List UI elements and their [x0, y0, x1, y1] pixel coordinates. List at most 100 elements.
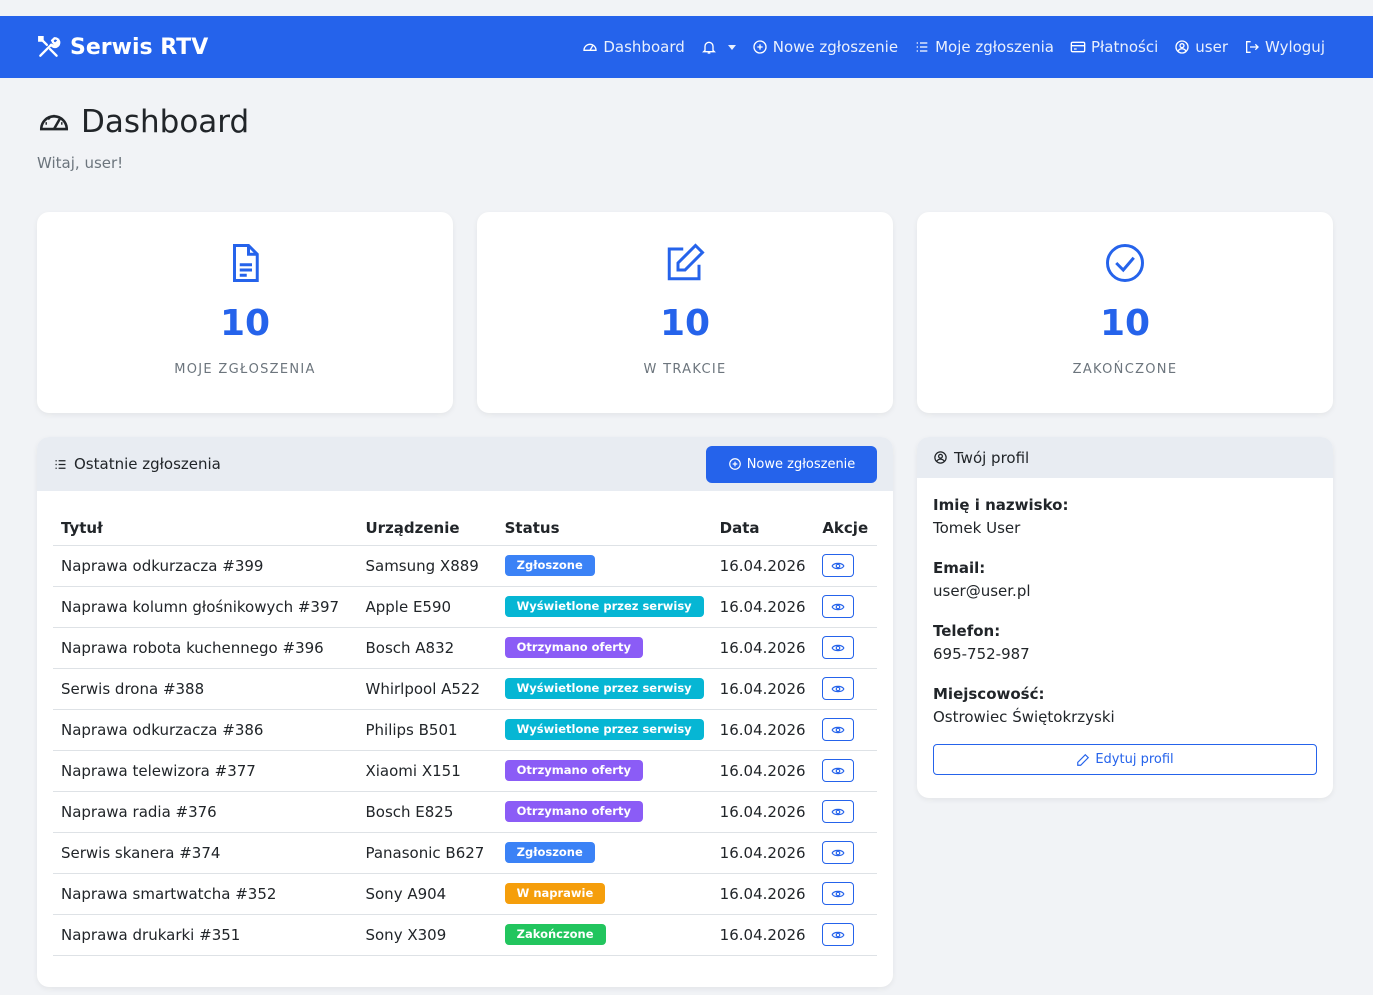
view-request-button[interactable]	[822, 841, 855, 864]
request-status-cell: Zgłoszone	[496, 545, 712, 587]
nav-payments[interactable]: Płatności	[1070, 38, 1158, 56]
nav-user-label: user	[1195, 38, 1228, 56]
profile-phone-label: Telefon:	[933, 622, 1001, 640]
eye-icon	[831, 890, 845, 897]
edit-icon	[667, 243, 705, 281]
eye-icon	[831, 931, 845, 938]
column-header-status[interactable]: Status	[496, 511, 712, 546]
request-title: Naprawa telewizora #377	[53, 750, 358, 792]
view-request-button[interactable]	[822, 882, 855, 905]
nav-new-request[interactable]: Nowe zgłoszenie	[752, 38, 898, 56]
view-request-button[interactable]	[822, 800, 855, 823]
nav-notifications-dropdown[interactable]	[701, 39, 736, 55]
table-row[interactable]: Naprawa odkurzacza #386 Philips B501 Wyświ…	[53, 709, 877, 751]
recent-requests-card: Ostatnie zgłoszenia Nowe zgłoszenie Tytu…	[37, 437, 893, 987]
column-header-date[interactable]: Data	[711, 511, 815, 546]
request-actions	[814, 545, 877, 587]
status-badge: Wyświetlone przez serwisy	[504, 718, 704, 741]
request-status-cell: Wyświetlone przez serwisy	[496, 709, 712, 751]
table-row[interactable]: Serwis skanera #374 Panasonic B627 Zgłoszo…	[53, 832, 877, 874]
table-row[interactable]: Naprawa radia #376 Bosch E825 Otrzymano of…	[53, 791, 877, 833]
table-row[interactable]: Naprawa smartwatcha #352 Sony A904 W napra…	[53, 873, 877, 915]
table-row[interactable]: Naprawa telewizora #377 Xiaomi X151 Otrzym…	[53, 750, 877, 792]
profile-body: Imię i nazwisko: Tomek User Email: user@…	[917, 478, 1333, 791]
status-badge: Wyświetlone przez serwisy	[504, 677, 704, 700]
nav-dashboard[interactable]: Dashboard	[582, 38, 685, 56]
table-row[interactable]: Naprawa robota kuchennego #396 Bosch A832…	[53, 627, 877, 669]
request-actions	[814, 832, 877, 874]
view-request-button[interactable]	[822, 677, 855, 700]
request-date: 16.04.2026	[711, 627, 815, 669]
plus-circle-icon	[728, 458, 741, 470]
profile-card: Twój profil Imię i nazwisko: Tomek User …	[917, 437, 1333, 798]
table-row[interactable]: Naprawa kolumn głośnikowych #397 Apple E5…	[53, 586, 877, 628]
column-header-title[interactable]: Tytuł	[53, 511, 358, 546]
credit-card-icon	[1070, 41, 1086, 53]
page-title-text: Dashboard	[81, 104, 250, 140]
request-date: 16.04.2026	[711, 914, 815, 956]
new-request-button[interactable]: Nowe zgłoszenie	[706, 445, 877, 483]
request-title: Naprawa odkurzacza #399	[53, 545, 358, 587]
recent-requests-title-text: Ostatnie zgłoszenia	[74, 455, 221, 473]
request-actions	[814, 668, 877, 710]
profile-email-label: Email:	[933, 559, 986, 577]
view-request-button[interactable]	[822, 554, 855, 577]
table-row[interactable]: Naprawa drukarki #351 Sony X309 Zakończone…	[53, 914, 877, 956]
request-title: Naprawa kolumn głośnikowych #397	[53, 586, 358, 628]
request-device: Sony A904	[357, 873, 497, 915]
eye-icon	[831, 562, 845, 569]
profile-name-value: Tomek User	[933, 519, 1021, 537]
table-row[interactable]: Naprawa odkurzacza #399 Samsung X889 Zgłos…	[53, 545, 877, 587]
status-badge: Zgłoszone	[504, 554, 595, 577]
request-title: Naprawa odkurzacza #386	[53, 709, 358, 751]
request-status-cell: Zgłoszone	[496, 832, 712, 874]
list-icon	[55, 459, 66, 469]
request-date: 16.04.2026	[711, 750, 815, 792]
request-date: 16.04.2026	[711, 709, 815, 751]
list-icon	[916, 42, 928, 52]
eye-icon	[831, 644, 845, 651]
request-status-cell: Zakończone	[496, 914, 712, 956]
check-circle-icon	[1106, 244, 1144, 282]
eye-icon	[831, 726, 845, 733]
bell-icon	[701, 41, 716, 54]
request-device: Whirlpool A522	[357, 668, 497, 710]
brand-link[interactable]: Serwis RTV	[36, 34, 208, 60]
status-badge: Otrzymano oferty	[504, 759, 643, 782]
request-title: Serwis skanera #374	[53, 832, 358, 874]
request-title: Naprawa radia #376	[53, 791, 358, 833]
request-date: 16.04.2026	[711, 668, 815, 710]
view-request-button[interactable]	[822, 718, 855, 741]
nav-user[interactable]: user	[1174, 38, 1228, 56]
edit-profile-button[interactable]: Edytuj profil	[933, 744, 1317, 775]
view-request-button[interactable]	[822, 636, 855, 659]
nav-logout[interactable]: Wyloguj	[1244, 38, 1325, 56]
nav-logout-label: Wyloguj	[1265, 38, 1325, 56]
stat-card-in-progress: 10 W TRAKCIE	[477, 212, 893, 413]
request-device: Bosch E825	[357, 791, 497, 833]
profile-city-value: Ostrowiec Świętokrzyski	[933, 708, 1115, 726]
nav-dashboard-label: Dashboard	[603, 38, 685, 56]
stat-card-my-requests: 10 MOJE ZGŁOSZENIA	[37, 212, 453, 413]
nav-payments-label: Płatności	[1090, 38, 1159, 56]
request-device: Samsung X889	[357, 545, 497, 587]
nav-new-request-label: Nowe zgłoszenie	[772, 38, 899, 56]
request-status-cell: W naprawie	[496, 873, 712, 915]
status-badge: Zakończone	[504, 923, 606, 946]
table-row[interactable]: Serwis drona #388 Whirlpool A522 Wyświetlo…	[53, 668, 877, 710]
profile-title-text: Twój profil	[954, 448, 1030, 467]
request-status-cell: Otrzymano oferty	[496, 791, 712, 833]
nav-my-requests[interactable]: Moje zgłoszenia	[914, 38, 1054, 56]
view-request-button[interactable]	[822, 923, 855, 946]
edit-profile-button-label: Edytuj profil	[1095, 752, 1174, 767]
request-actions	[814, 914, 877, 956]
column-header-device[interactable]: Urządzenie	[357, 511, 497, 546]
request-actions	[814, 627, 877, 669]
view-request-button[interactable]	[822, 759, 855, 782]
request-title: Naprawa drukarki #351	[53, 914, 358, 956]
eye-icon	[831, 685, 845, 692]
speedometer-icon	[39, 114, 69, 131]
top-navbar: Serwis RTV Dashboard Nowe zgłoszenie Moj…	[0, 16, 1373, 78]
stat-label: ZAKOŃCZONE	[1072, 362, 1178, 377]
view-request-button[interactable]	[822, 595, 855, 618]
